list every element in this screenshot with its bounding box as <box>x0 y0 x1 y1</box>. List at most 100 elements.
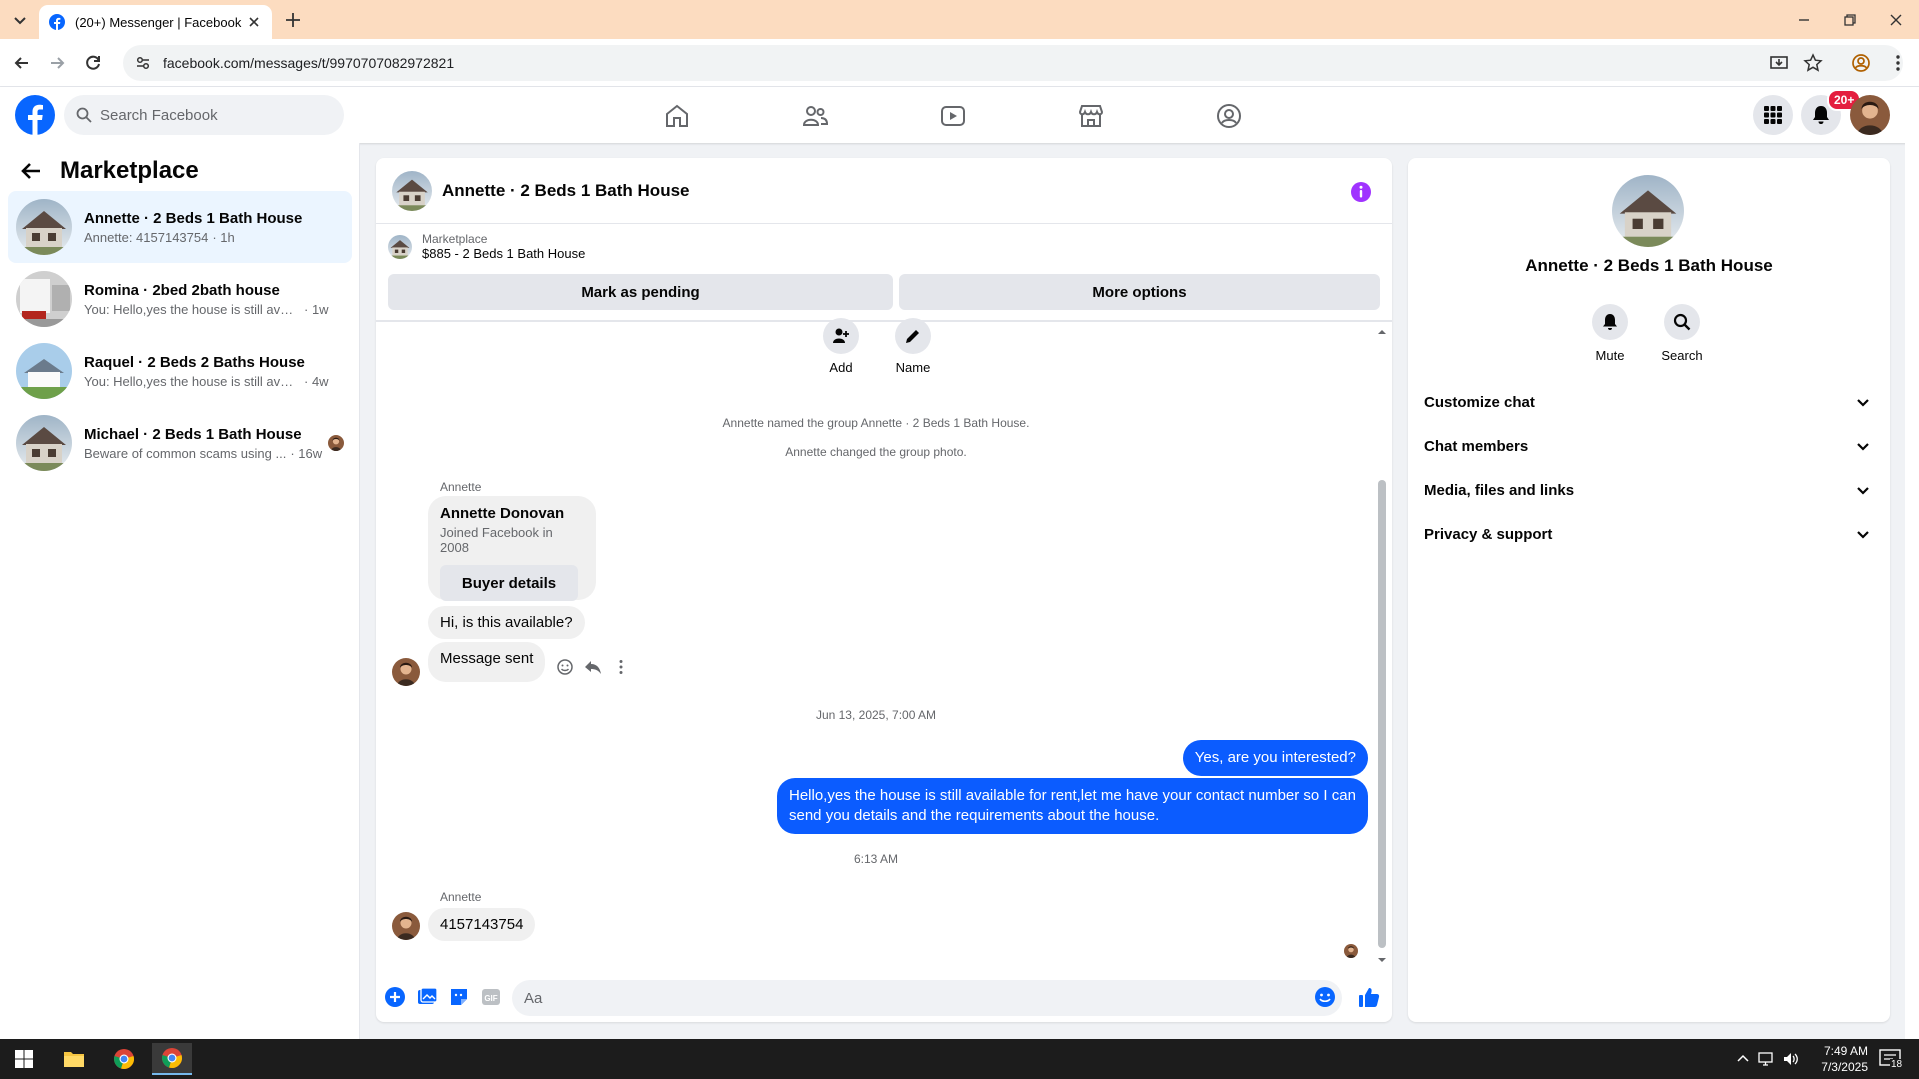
gaming-icon[interactable] <box>1215 102 1243 130</box>
conversation-thumbnail <box>16 343 72 399</box>
add-person-icon <box>833 328 849 343</box>
site-info-icon[interactable] <box>135 55 151 71</box>
sender-avatar[interactable] <box>392 912 420 940</box>
tab-title: (20+) Messenger | Facebook <box>75 14 242 30</box>
listing-title: $885 - 2 Beds 1 Bath House <box>422 246 586 261</box>
info-icon[interactable] <box>1350 181 1372 203</box>
privacy-support-section[interactable]: Privacy & support <box>1424 512 1874 556</box>
reload-icon[interactable] <box>83 53 103 73</box>
install-app-icon[interactable] <box>1769 53 1789 73</box>
conversation-item[interactable]: Romina · 2bed 2bath house You: Hello,yes… <box>8 263 352 335</box>
forward-icon[interactable] <box>47 53 67 73</box>
name-group-button[interactable]: Name <box>873 318 953 375</box>
customize-chat-section[interactable]: Customize chat <box>1424 380 1874 424</box>
scroll-down-icon[interactable] <box>1378 956 1386 964</box>
bookmark-star-icon[interactable] <box>1803 53 1823 73</box>
file-explorer-button[interactable] <box>54 1043 94 1075</box>
folder-icon <box>64 1052 84 1067</box>
account-avatar[interactable] <box>1850 95 1890 135</box>
conversation-name: Raquel · 2 Beds 2 Baths House <box>84 353 305 371</box>
mark-as-pending-button[interactable]: Mark as pending <box>388 274 893 310</box>
more-icon[interactable] <box>612 658 630 676</box>
incoming-message[interactable]: 4157143754 <box>428 908 536 941</box>
chrome-taskbar-button[interactable] <box>104 1043 144 1075</box>
section-label: Customize chat <box>1424 393 1535 411</box>
conversation-time: · 4w <box>304 373 329 389</box>
more-options-button[interactable]: More options <box>899 274 1380 310</box>
profile-icon[interactable] <box>1851 53 1871 73</box>
sender-avatar[interactable] <box>392 658 420 686</box>
pencil-icon <box>906 330 919 343</box>
sticker-icon[interactable] <box>448 986 470 1008</box>
incoming-message[interactable]: Message sent <box>428 642 546 682</box>
scrollbar-thumb[interactable] <box>1378 480 1386 948</box>
friends-icon[interactable] <box>801 102 829 130</box>
conversation-name: Michael · 2 Beds 1 Bath House <box>84 425 302 443</box>
chevron-down-icon <box>1857 443 1869 451</box>
minimize-icon[interactable] <box>1796 12 1812 28</box>
address-bar[interactable]: facebook.com/messages/t/9970707082972821 <box>123 45 1903 81</box>
close-tab-icon[interactable] <box>246 14 262 30</box>
marketplace-listing[interactable]: Marketplace $885 - 2 Beds 1 Bath House <box>388 232 585 261</box>
emoji-icon[interactable] <box>1314 986 1336 1008</box>
section-label: Privacy & support <box>1424 525 1553 543</box>
facebook-search-input[interactable]: Search Facebook <box>64 95 344 135</box>
chrome-active-taskbar-button[interactable] <box>152 1043 192 1075</box>
facebook-favicon-icon <box>49 14 65 30</box>
incoming-message[interactable]: Hi, is this available? <box>428 606 585 639</box>
facebook-logo-icon[interactable] <box>15 95 55 135</box>
plus-circle-icon[interactable] <box>384 986 406 1008</box>
gif-icon[interactable]: GIF <box>480 986 502 1008</box>
mute-button[interactable]: Mute <box>1570 304 1650 363</box>
video-icon[interactable] <box>939 102 967 130</box>
outgoing-message[interactable]: Hello,yes the house is still available f… <box>777 778 1368 834</box>
conversation-name: Romina · 2bed 2bath house <box>84 281 280 299</box>
home-icon[interactable] <box>663 102 691 130</box>
react-icon[interactable] <box>556 658 574 676</box>
marketplace-icon[interactable] <box>1077 102 1105 130</box>
message-input[interactable]: Aa <box>512 980 1342 1016</box>
restore-icon[interactable] <box>1842 12 1858 28</box>
conversation-preview: You: Hello,yes the house is still availa… <box>84 301 300 317</box>
media-files-section[interactable]: Media, files and links <box>1424 468 1874 512</box>
search-in-chat-button[interactable]: Search <box>1642 304 1722 363</box>
reply-icon[interactable] <box>584 658 602 676</box>
volume-icon[interactable] <box>1782 1051 1800 1067</box>
conversation-preview: Beware of common scams using ... <box>84 445 287 461</box>
start-button[interactable] <box>4 1043 44 1075</box>
chat-scrollbar[interactable] <box>1378 328 1386 964</box>
mute-label: Mute <box>1595 348 1625 363</box>
chat-members-section[interactable]: Chat members <box>1424 424 1874 468</box>
tab-search-icon[interactable] <box>10 10 30 30</box>
browser-tab[interactable]: (20+) Messenger | Facebook <box>39 5 272 39</box>
network-icon[interactable] <box>1758 1051 1776 1067</box>
back-arrow-icon[interactable] <box>20 160 42 182</box>
tray-chevron-up-icon[interactable] <box>1736 1052 1750 1066</box>
back-icon[interactable] <box>12 53 32 73</box>
browser-toolbar: facebook.com/messages/t/9970707082972821 <box>0 39 1919 87</box>
browser-menu-icon[interactable] <box>1888 53 1908 73</box>
timestamp: 6:13 AM <box>853 852 899 866</box>
new-tab-icon[interactable] <box>284 11 302 29</box>
conversation-item[interactable]: Annette · 2 Beds 1 Bath House Annette: 4… <box>8 191 352 263</box>
notification-center-button[interactable]: 18 <box>1878 1047 1904 1071</box>
conversation-time: · 1w <box>304 301 329 317</box>
scroll-up-icon[interactable] <box>1378 328 1386 336</box>
group-avatar[interactable] <box>1612 175 1684 247</box>
buyer-details-button[interactable]: Buyer details <box>440 565 578 601</box>
photo-icon[interactable] <box>416 986 438 1008</box>
system-clock[interactable]: 7:49 AM 7/3/2025 <box>1808 1043 1868 1075</box>
chat-avatar[interactable] <box>392 171 432 211</box>
close-window-icon[interactable] <box>1888 12 1904 28</box>
name-label: Name <box>895 360 931 375</box>
like-thumb-icon[interactable] <box>1358 986 1380 1008</box>
search-icon <box>1673 313 1691 331</box>
conversation-item[interactable]: Michael · 2 Beds 1 Bath House Beware of … <box>8 407 352 479</box>
add-people-button[interactable]: Add <box>801 318 881 375</box>
page-scrollbar-track[interactable] <box>1905 143 1919 1039</box>
outgoing-message[interactable]: Yes, are you interested? <box>1182 740 1368 776</box>
conversation-item[interactable]: Raquel · 2 Beds 2 Baths House You: Hello… <box>8 335 352 407</box>
chat-title[interactable]: Annette · 2 Beds 1 Bath House <box>442 181 690 201</box>
seen-avatar <box>328 435 344 451</box>
menu-button[interactable] <box>1753 95 1793 135</box>
